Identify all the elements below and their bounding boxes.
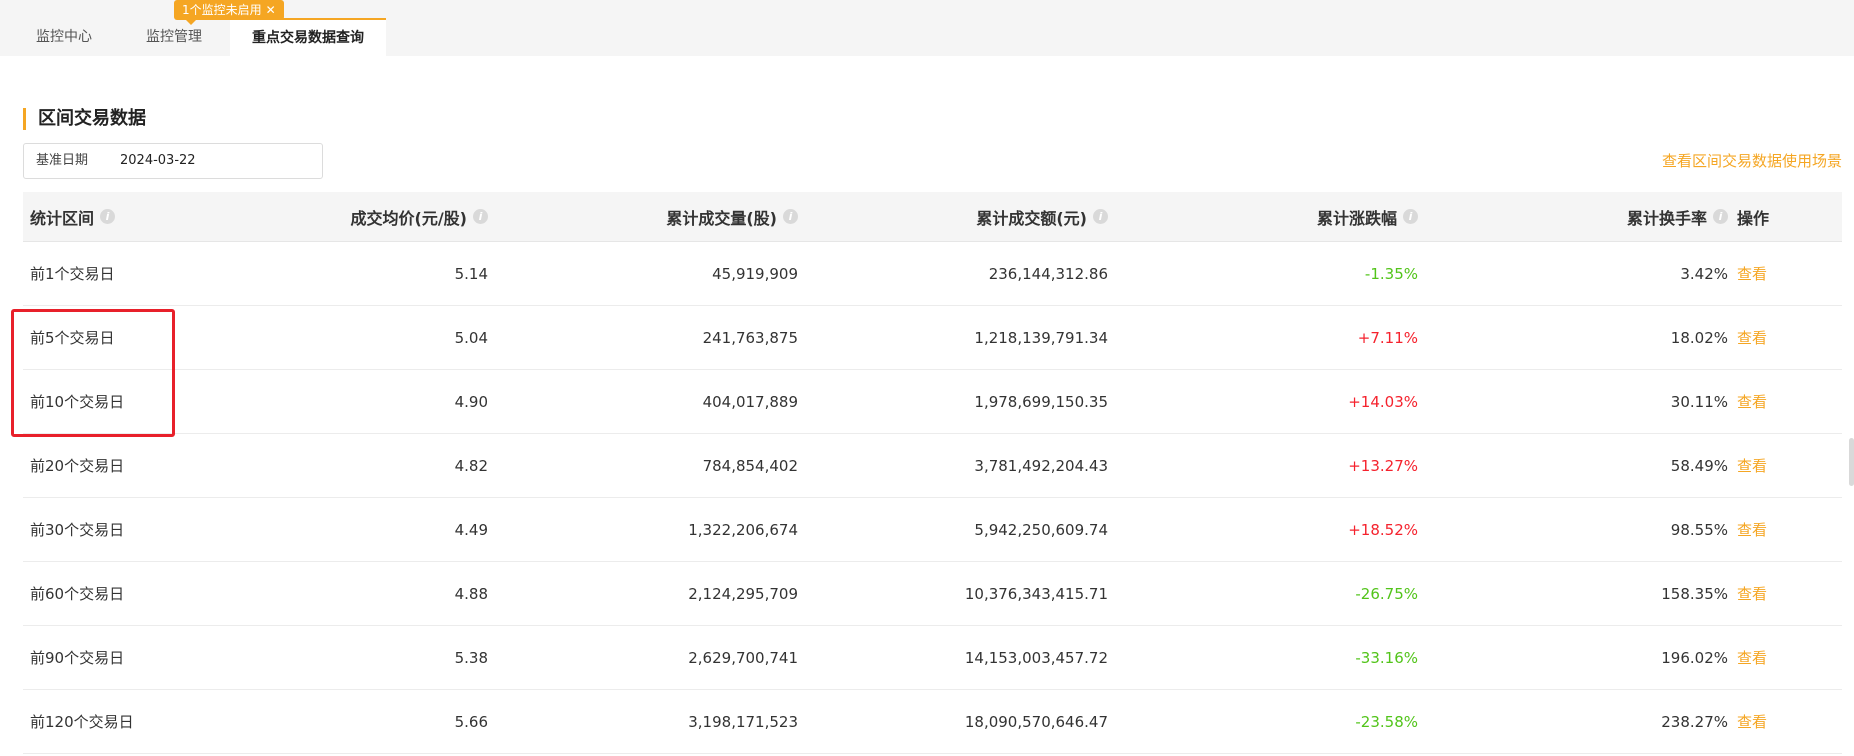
cell-turnover: 238.27% [1661, 712, 1728, 731]
cell-turnover: 98.55% [1670, 520, 1728, 539]
view-link[interactable]: 查看 [1737, 562, 1837, 625]
cell-change: -23.58% [1355, 712, 1418, 731]
cell-volume: 3,198,171,523 [688, 712, 798, 731]
base-date-field[interactable]: 基准日期 2024-03-22 [23, 143, 323, 179]
close-icon[interactable]: ✕ [266, 3, 276, 17]
table-row: 前90个交易日 5.38 2,629,700,741 14,153,003,457.7… [23, 626, 1842, 690]
cell-avg-price: 5.04 [454, 328, 488, 347]
cell-volume: 241,763,875 [702, 328, 798, 347]
tab-monitor-management[interactable]: 监控管理 [118, 18, 230, 56]
cell-amount: 236,144,312.86 [988, 264, 1108, 283]
header-volume: 累计成交量(股) i [493, 192, 798, 241]
table-row: 前60个交易日 4.88 2,124,295,709 10,376,343,415.7… [23, 562, 1842, 626]
cell-amount: 1,218,139,791.34 [974, 328, 1108, 347]
info-icon[interactable]: i [473, 209, 488, 224]
cell-amount: 1,978,699,150.35 [974, 392, 1108, 411]
cell-amount: 18,090,570,646.47 [964, 712, 1108, 731]
cell-change: -26.75% [1355, 584, 1418, 603]
cell-change: +14.03% [1348, 392, 1418, 411]
info-icon[interactable]: i [1403, 209, 1418, 224]
cell-period: 前10个交易日 [30, 393, 125, 411]
tab-bar: 监控中心 监控管理 重点交易数据查询 1个监控未启用 ✕ [0, 0, 1854, 56]
header-amount: 累计成交额(元) i [803, 192, 1108, 241]
cell-period: 前120个交易日 [30, 713, 134, 731]
tab-monitor-center[interactable]: 监控中心 [8, 18, 120, 56]
tab-key-trade-query[interactable]: 重点交易数据查询 [230, 18, 386, 56]
cell-volume: 2,629,700,741 [688, 648, 798, 667]
view-link[interactable]: 查看 [1737, 690, 1837, 753]
cell-avg-price: 5.66 [454, 712, 488, 731]
view-link[interactable]: 查看 [1737, 626, 1837, 689]
cell-amount: 14,153,003,457.72 [964, 648, 1108, 667]
cell-change: +13.27% [1348, 456, 1418, 475]
cell-turnover: 18.02% [1670, 328, 1728, 347]
cell-volume: 404,017,889 [702, 392, 798, 411]
info-icon[interactable]: i [100, 209, 116, 224]
table-row: 前1个交易日 5.14 45,919,909 236,144,312.86 -1.35%… [23, 242, 1842, 306]
table-row: 前10个交易日 4.90 404,017,889 1,978,699,150.35 +1… [23, 370, 1842, 434]
cell-avg-price: 4.49 [454, 520, 488, 539]
info-icon[interactable]: i [1713, 209, 1728, 224]
header-avg-price: 成交均价(元/股) i [253, 192, 488, 241]
cell-volume: 2,124,295,709 [688, 584, 798, 603]
view-link[interactable]: 查看 [1737, 306, 1837, 369]
table-header: 统计区间 i 成交均价(元/股) i 累计成交量(股) i 累计成交额(元) i 累计涨… [23, 192, 1842, 242]
view-link[interactable]: 查看 [1737, 242, 1837, 305]
cell-change: -33.16% [1355, 648, 1418, 667]
section-title: 区间交易数据 [23, 108, 146, 130]
inactive-monitor-badge: 1个监控未启用 ✕ [174, 0, 284, 25]
cell-change: +18.52% [1348, 520, 1418, 539]
header-change: 累计涨跌幅 i [1113, 192, 1418, 241]
cell-avg-price: 4.82 [454, 456, 488, 475]
usage-scene-link[interactable]: 查看区间交易数据使用场景 [1662, 150, 1842, 171]
cell-period: 前20个交易日 [30, 457, 125, 475]
base-date-value[interactable]: 2024-03-22 [120, 144, 196, 178]
cell-volume: 784,854,402 [702, 456, 798, 475]
cell-change: +7.11% [1357, 328, 1418, 347]
cell-amount: 5,942,250,609.74 [974, 520, 1108, 539]
header-action: 操作 [1737, 208, 1770, 228]
table-row: 前5个交易日 5.04 241,763,875 1,218,139,791.34 +7.… [23, 306, 1842, 370]
info-icon[interactable]: i [783, 209, 798, 224]
table-row: 前30个交易日 4.49 1,322,206,674 5,942,250,609.74… [23, 498, 1842, 562]
cell-period: 前30个交易日 [30, 521, 125, 539]
cell-change: -1.35% [1364, 264, 1418, 283]
table-body: 前1个交易日 5.14 45,919,909 236,144,312.86 -1.35%… [23, 242, 1842, 754]
info-icon[interactable]: i [1093, 209, 1108, 224]
badge-text: 1个监控未启用 [182, 3, 262, 17]
view-link[interactable]: 查看 [1737, 370, 1837, 433]
cell-avg-price: 5.38 [454, 648, 488, 667]
table-row: 前120个交易日 5.66 3,198,171,523 18,090,570,646.… [23, 690, 1842, 754]
view-link[interactable]: 查看 [1737, 498, 1837, 561]
cell-avg-price: 4.88 [454, 584, 488, 603]
interval-trade-table: 统计区间 i 成交均价(元/股) i 累计成交量(股) i 累计成交额(元) i 累计涨… [23, 192, 1842, 754]
cell-amount: 3,781,492,204.43 [974, 456, 1108, 475]
cell-turnover: 196.02% [1661, 648, 1728, 667]
cell-volume: 45,919,909 [712, 264, 798, 283]
cell-amount: 10,376,343,415.71 [964, 584, 1108, 603]
cell-period: 前90个交易日 [30, 649, 125, 667]
table-row: 前20个交易日 4.82 784,854,402 3,781,492,204.43 +1… [23, 434, 1842, 498]
cell-avg-price: 5.14 [454, 264, 488, 283]
cell-turnover: 158.35% [1661, 584, 1728, 603]
header-period: 统计区间 i [30, 192, 250, 241]
scrollbar-handle[interactable] [1849, 438, 1854, 486]
cell-turnover: 58.49% [1670, 456, 1728, 475]
cell-period: 前60个交易日 [30, 585, 125, 603]
base-date-label: 基准日期 [36, 153, 89, 168]
cell-turnover: 3.42% [1680, 264, 1728, 283]
cell-avg-price: 4.90 [454, 392, 488, 411]
header-turnover: 累计换手率 i [1423, 192, 1728, 241]
cell-turnover: 30.11% [1670, 392, 1728, 411]
view-link[interactable]: 查看 [1737, 434, 1837, 497]
cell-period: 前1个交易日 [30, 265, 115, 283]
cell-period: 前5个交易日 [30, 329, 115, 347]
cell-volume: 1,322,206,674 [688, 520, 798, 539]
